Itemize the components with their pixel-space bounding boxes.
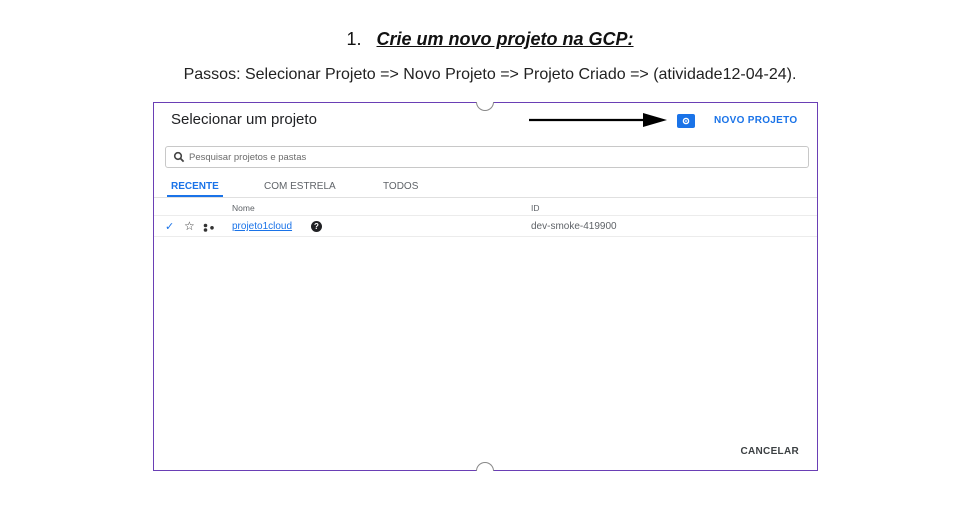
dialog-title: Selecionar um projeto	[171, 111, 317, 128]
project-id: dev-smoke-419900	[531, 221, 617, 232]
select-project-dialog: Selecionar um projeto NOVO PROJETO Pesqu…	[153, 102, 818, 471]
tab-divider	[154, 197, 817, 198]
steps-text: Passos: Selecionar Projeto => Novo Proje…	[183, 66, 797, 83]
org-icon	[203, 223, 214, 232]
heading-title: Crie um novo projeto na GCP:	[376, 29, 634, 49]
column-header-id: ID	[531, 203, 540, 213]
dialog-bottom-handle	[476, 462, 494, 471]
help-icon[interactable]: ?	[311, 221, 322, 232]
tab-com-estrela[interactable]: COM ESTRELA	[264, 181, 336, 192]
header-divider	[154, 215, 817, 216]
arrow-icon	[529, 113, 667, 127]
column-header-name: Nome	[232, 203, 255, 213]
tab-recente[interactable]: RECENTE	[171, 181, 219, 192]
heading-number: 1.	[346, 29, 362, 49]
new-project-button[interactable]: NOVO PROJETO	[714, 115, 797, 126]
instruction-heading: 1. Crie um novo projeto na GCP:	[0, 29, 980, 50]
tab-todos[interactable]: TODOS	[383, 181, 418, 192]
star-icon[interactable]: ☆	[184, 219, 195, 233]
search-icon	[173, 151, 185, 163]
search-input[interactable]: Pesquisar projetos e pastas	[165, 146, 809, 168]
check-icon: ✓	[165, 221, 175, 233]
table-row[interactable]: ✓ ☆ projeto1cloud ? dev-smoke-419900	[154, 219, 817, 236]
folder-icon[interactable]	[677, 114, 695, 128]
dialog-top-handle	[476, 102, 494, 111]
search-placeholder: Pesquisar projetos e pastas	[189, 151, 307, 163]
row-divider	[154, 236, 817, 237]
project-name-link[interactable]: projeto1cloud	[232, 221, 292, 232]
cancel-button[interactable]: CANCELAR	[740, 446, 799, 457]
